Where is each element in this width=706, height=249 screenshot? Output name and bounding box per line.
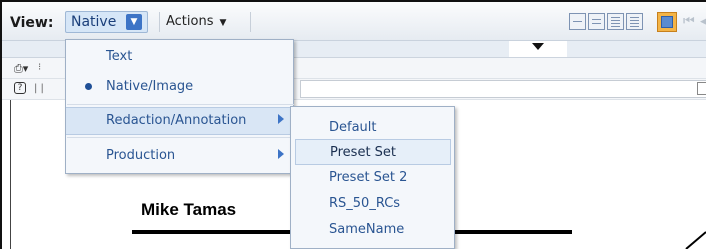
layout-double-icon[interactable] (588, 13, 605, 30)
help-icon[interactable]: ? (14, 82, 26, 94)
submenu-item-label: Default (329, 120, 377, 135)
viewer-toolbar: View: Native ▼ Actions ▼ ⏮ ◀ (2, 2, 706, 41)
submenu-item-samename[interactable]: SameName (295, 217, 451, 243)
first-page-icon[interactable]: ⏮ (683, 14, 695, 29)
menu-item-production[interactable]: Production (66, 143, 293, 169)
menu-item-text[interactable]: Text (66, 44, 293, 70)
save-icon[interactable] (657, 12, 677, 32)
submenu-item-default[interactable]: Default (295, 115, 451, 141)
submenu-item-preset-set-2[interactable]: Preset Set 2 (295, 165, 451, 191)
submenu-item-label: RS_50_RCs (329, 196, 401, 211)
chevron-down-icon[interactable]: ▼ (126, 14, 142, 30)
submenu-item-label: SameName (329, 222, 405, 237)
print-icon[interactable]: ⎙▾ (14, 62, 28, 76)
prev-page-icon[interactable]: ◀ (700, 14, 706, 29)
document-edge (10, 100, 11, 249)
view-menu: Text Native/Image Redaction/Annotation P… (65, 39, 294, 174)
document-name-text: Mike Tamas (141, 200, 237, 219)
menu-separator (67, 137, 294, 138)
toolbar-separator: ⁝ (38, 62, 42, 73)
actions-menu-button[interactable]: Actions ▼ (166, 14, 226, 29)
chevron-down-icon: ▼ (219, 18, 227, 28)
layout-document-icon[interactable] (626, 13, 643, 30)
submenu-arrow-icon (278, 149, 284, 159)
submenu-item-label: Preset Set 2 (329, 170, 408, 185)
menu-item-label: Redaction/Annotation (106, 113, 247, 128)
menu-item-label: Native/Image (106, 79, 194, 94)
submenu-item-rs-50-rcs[interactable]: RS_50_RCs (295, 191, 451, 217)
view-dropdown[interactable]: Native ▼ (65, 11, 148, 33)
document-line (685, 231, 706, 249)
selected-bullet-icon (85, 83, 92, 90)
view-dropdown-value: Native (71, 14, 117, 30)
toolbar-separator: | | (34, 83, 44, 94)
layout-single-icon[interactable] (569, 13, 586, 30)
view-label: View: (10, 15, 54, 31)
redaction-annotation-submenu: Default Preset Set Preset Set 2 RS_50_RC… (290, 106, 455, 249)
submenu-arrow-icon (278, 114, 284, 124)
option-checkbox[interactable] (697, 82, 706, 95)
annotation-field[interactable] (300, 80, 706, 98)
collapse-arrow-icon[interactable] (532, 43, 544, 50)
menu-item-label: Production (106, 148, 176, 163)
actions-label: Actions (166, 14, 214, 29)
layout-list-icon[interactable] (607, 13, 624, 30)
submenu-item-label: Preset Set (330, 145, 397, 160)
menu-separator (67, 104, 294, 105)
submenu-item-preset-set[interactable]: Preset Set (295, 139, 451, 165)
menu-item-native-image[interactable]: Native/Image (66, 74, 293, 100)
menu-item-label: Text (106, 49, 133, 64)
menu-item-redaction-annotation[interactable]: Redaction/Annotation (66, 107, 293, 135)
toolbar-divider (159, 12, 160, 32)
toolbar-divider (250, 12, 251, 32)
